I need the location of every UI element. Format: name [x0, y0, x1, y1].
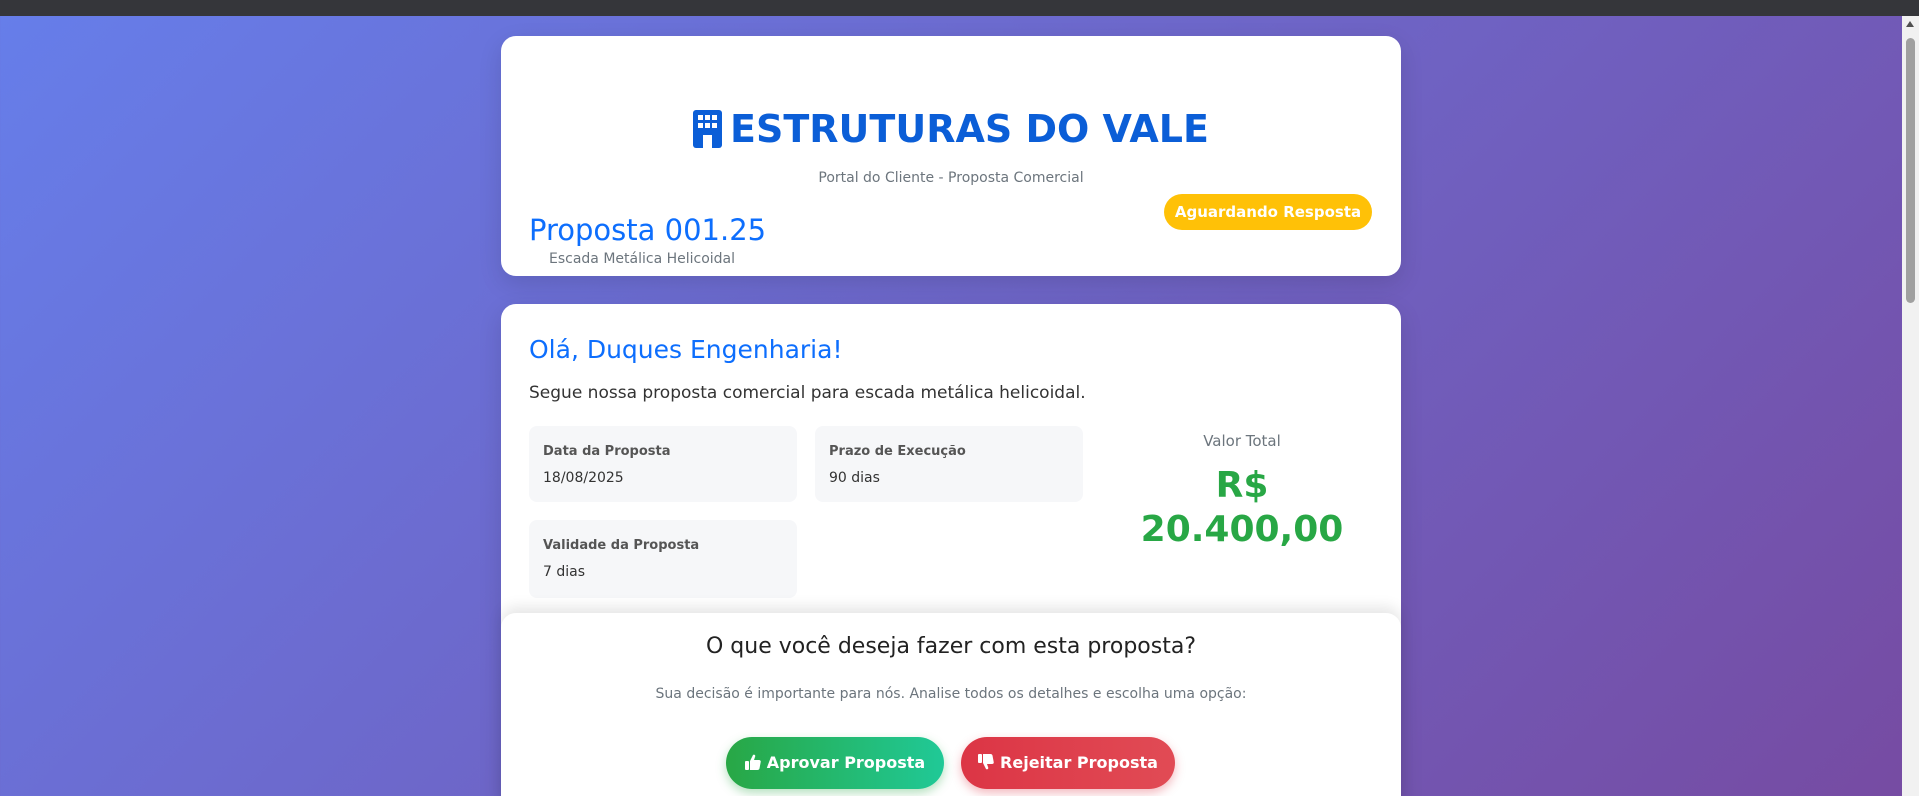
proposal-date-box: Data da Proposta 18/08/2025: [529, 426, 797, 502]
total-label: Valor Total: [1203, 432, 1281, 450]
reject-proposal-button[interactable]: Rejeitar Proposta: [961, 737, 1175, 789]
approve-proposal-label: Aprovar Proposta: [766, 753, 926, 772]
thumbs-up-icon: [744, 754, 761, 770]
thumbs-down-icon: [978, 754, 994, 770]
decision-panel: O que você deseja fazer com esta propost…: [501, 613, 1401, 796]
execution-time-box: Prazo de Execução 90 dias: [815, 426, 1083, 502]
portal-subtitle: Portal do Cliente - Proposta Comercial: [818, 170, 1084, 186]
scroll-up-arrow-icon[interactable]: [1906, 21, 1914, 27]
company-title: ESTRUTURAS DO VALE: [501, 106, 1401, 152]
decision-title: O que você deseja fazer com esta propost…: [705, 634, 1196, 659]
company-name: ESTRUTURAS DO VALE: [730, 107, 1209, 151]
execution-time-value: 90 dias: [829, 470, 880, 486]
proposal-validity-value: 7 dias: [543, 564, 586, 580]
page-scrollbar[interactable]: [1902, 16, 1919, 796]
proposal-date-label: Data da Proposta: [543, 444, 671, 459]
approve-proposal-button[interactable]: Aprovar Proposta: [726, 737, 944, 789]
proposal-header-card: ESTRUTURAS DO VALE Portal do Cliente - P…: [501, 36, 1401, 276]
execution-time-label: Prazo de Execução: [829, 444, 966, 459]
browser-top-bar: [0, 0, 1919, 16]
proposal-number: Proposta 001.25: [529, 213, 767, 247]
proposal-intro: Segue nossa proposta comercial para esca…: [529, 383, 1086, 403]
building-icon: [693, 110, 723, 148]
total-value: R$ 20.400,00: [1140, 465, 1344, 550]
proposal-validity-box: Validade da Proposta 7 dias: [529, 520, 797, 598]
client-greeting: Olá, Duques Engenharia!: [529, 335, 843, 364]
proposal-validity-label: Validade da Proposta: [543, 538, 700, 553]
reject-proposal-label: Rejeitar Proposta: [1000, 753, 1158, 772]
decision-description: Sua decisão é importante para nós. Anali…: [655, 686, 1247, 702]
proposal-date-value: 18/08/2025: [543, 470, 624, 486]
status-badge: Aguardando Resposta: [1164, 194, 1372, 230]
proposal-description: Escada Metálica Helicoidal: [549, 251, 736, 267]
scrollbar-thumb[interactable]: [1906, 38, 1915, 303]
